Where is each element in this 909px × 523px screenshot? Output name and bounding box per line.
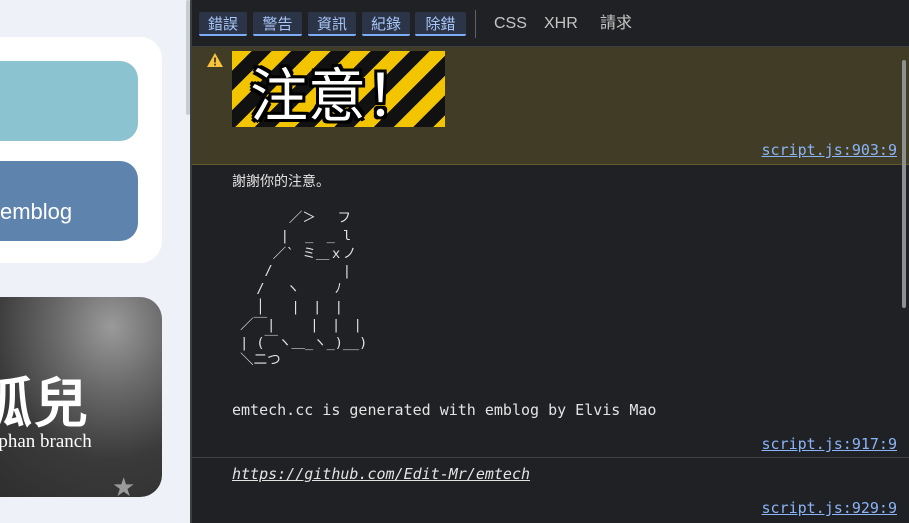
console-filter-toolbar: 錯誤 警告 資訊 紀錄 除錯 CSS XHR 請求: [192, 0, 909, 47]
console-message-log: 謝謝你的注意。 ／＞ フ | _ _ l ／` ミ＿ｘノ / | / ヽ ﾉ │…: [192, 165, 909, 458]
nav-button-top[interactable]: [0, 61, 138, 141]
hero-subtitle: rphan branch: [0, 431, 92, 452]
source-link[interactable]: script.js:929:9: [762, 499, 897, 517]
warning-icon: [207, 53, 223, 67]
star-icon: ★: [112, 473, 136, 497]
hero-card[interactable]: 孤兒 rphan branch ★: [0, 297, 162, 497]
filter-requests[interactable]: 請求: [600, 12, 632, 36]
source-link[interactable]: script.js:917:9: [762, 435, 897, 453]
filter-css[interactable]: CSS: [494, 12, 527, 36]
toolbar-separator: [475, 10, 476, 38]
generated-by-text: emtech.cc is generated with emblog by El…: [232, 401, 657, 419]
hero-title: 孤兒: [0, 371, 90, 435]
filter-info[interactable]: 資訊: [308, 12, 356, 36]
console-message-warning: 注意！ script.js:903:9: [192, 47, 909, 165]
console-scrollbar[interactable]: [902, 60, 906, 308]
github-link[interactable]: https://github.com/Edit-Mr/emtech: [232, 465, 530, 483]
ascii-cat-art: ／＞ フ | _ _ l ／` ミ＿ｘノ / | / ヽ ﾉ │ | | | ／…: [240, 210, 368, 369]
filter-logs[interactable]: 紀錄: [362, 12, 410, 36]
log-text: 謝謝你的注意。: [232, 174, 330, 190]
source-link[interactable]: script.js:903:9: [762, 141, 897, 159]
nav-button-label: emblog: [0, 199, 73, 224]
webpage-preview: emblog 孤兒 rphan branch ★: [0, 0, 190, 523]
filter-xhr[interactable]: XHR: [544, 12, 578, 36]
console-message-log: https://github.com/Edit-Mr/emtech script…: [192, 458, 909, 523]
devtools-console: 錯誤 警告 資訊 紀錄 除錯 CSS XHR 請求 注意！ script.js:…: [192, 0, 909, 523]
banner-text: 注意！: [250, 62, 425, 127]
filter-debug[interactable]: 除錯: [415, 12, 466, 36]
filter-warnings[interactable]: 警告: [253, 12, 302, 36]
filter-errors[interactable]: 錯誤: [199, 12, 247, 36]
attention-banner: 注意！: [232, 51, 445, 127]
nav-button-emblog[interactable]: emblog: [0, 161, 138, 241]
